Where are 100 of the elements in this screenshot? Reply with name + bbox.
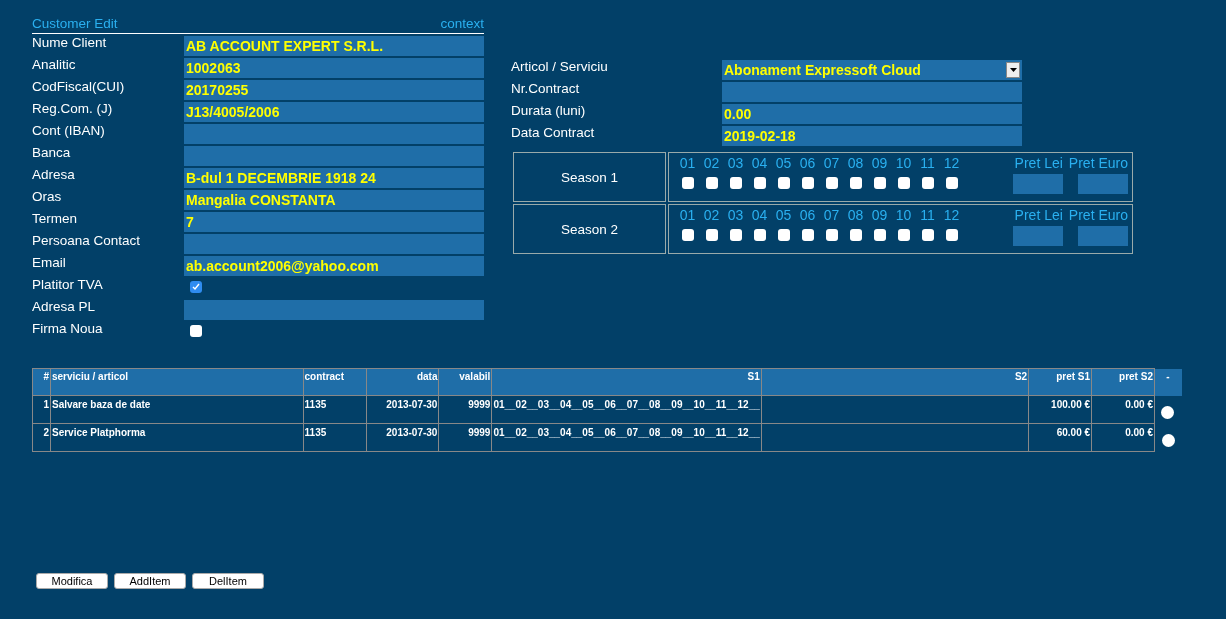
month-checkbox[interactable]	[873, 229, 886, 241]
field-label: Articol / Serviciu	[511, 59, 609, 74]
month-label: 10	[895, 155, 912, 171]
month-checkbox[interactable]	[921, 229, 934, 241]
field-label: Reg.Com. (J)	[32, 101, 114, 116]
month-checkbox[interactable]	[897, 229, 910, 241]
month-label: 07	[823, 155, 840, 171]
month-label: 10	[895, 207, 912, 223]
input-field[interactable]: 20170255	[184, 80, 484, 100]
price-label: Pret Lei	[1014, 207, 1063, 223]
season-label: Season 2	[513, 204, 666, 254]
table-cell: 1135	[303, 395, 366, 424]
month-checkbox[interactable]	[849, 177, 862, 189]
field-label: Data Contract	[511, 125, 596, 140]
price-label: Pret Euro	[1068, 155, 1128, 171]
input-field[interactable]: 2019-02-18	[722, 126, 1022, 146]
input-field[interactable]: 7	[184, 212, 484, 232]
price-input-field[interactable]	[1078, 226, 1128, 246]
month-checkbox[interactable]	[753, 177, 766, 189]
table-cell: 0.00 €	[1091, 423, 1155, 452]
month-checkbox[interactable]	[729, 177, 742, 189]
column-header: -	[1154, 368, 1182, 396]
price-input-field[interactable]	[1012, 174, 1063, 194]
input-field[interactable]: 1002063	[184, 58, 484, 78]
column-header: data	[366, 368, 439, 396]
input-field[interactable]	[184, 300, 484, 320]
input-field[interactable]: B-dul 1 DECEMBRIE 1918 24	[184, 168, 484, 188]
column-header: S1	[491, 368, 762, 396]
field-label: Nume Client	[32, 35, 108, 50]
action-button[interactable]: AddItem	[114, 573, 186, 589]
month-checkbox[interactable]	[825, 229, 838, 241]
month-label: 09	[871, 155, 888, 171]
table-cell: 01__02__03__04__05__06__07__08__09__10__11__12__	[491, 423, 762, 452]
month-label: 04	[751, 207, 768, 223]
column-header: #	[32, 368, 51, 396]
price-label: Pret Euro	[1068, 207, 1128, 223]
month-checkbox[interactable]	[681, 229, 694, 241]
month-checkbox[interactable]	[945, 229, 958, 241]
field-label: Adresa	[32, 167, 76, 182]
table-cell: 0.00 €	[1091, 395, 1155, 424]
row-radio[interactable]	[1161, 405, 1175, 419]
month-label: 11	[920, 207, 935, 223]
field-label: Banca	[32, 145, 72, 160]
field-label: CodFiscal(CUI)	[32, 79, 126, 94]
month-checkbox[interactable]	[945, 177, 958, 189]
dropdown-field[interactable]: Abonament Expressoft Cloud	[722, 60, 1022, 80]
context-link[interactable]: context	[440, 16, 484, 31]
month-checkbox[interactable]	[849, 229, 862, 241]
input-field[interactable]: AB ACCOUNT EXPERT S.R.L.	[184, 36, 484, 56]
field-label: Platitor TVA	[32, 277, 104, 292]
month-label: 08	[847, 155, 864, 171]
month-checkbox[interactable]	[729, 229, 742, 241]
input-field[interactable]: J13/4005/2006	[184, 102, 484, 122]
input-field[interactable]	[184, 124, 484, 144]
month-label: 02	[703, 155, 720, 171]
month-checkbox[interactable]	[777, 177, 790, 189]
month-checkbox[interactable]	[921, 177, 934, 189]
input-field[interactable]	[184, 146, 484, 166]
month-label: 01	[679, 155, 696, 171]
input-field[interactable]: ab.account2006@yahoo.com	[184, 256, 484, 276]
month-checkbox[interactable]	[801, 177, 814, 189]
checkbox[interactable]	[190, 325, 202, 337]
month-checkbox[interactable]	[897, 177, 910, 189]
input-field[interactable]: Mangalia CONSTANTA	[184, 190, 484, 210]
input-field[interactable]	[722, 82, 1022, 102]
action-button[interactable]: Modifica	[36, 573, 108, 589]
month-checkbox[interactable]	[681, 177, 694, 189]
input-field[interactable]	[184, 234, 484, 254]
column-header: valabil	[438, 368, 492, 396]
field-label: Termen	[32, 211, 78, 226]
table-cell: 1135	[303, 423, 366, 452]
month-checkbox[interactable]	[777, 229, 790, 241]
month-label: 02	[703, 207, 720, 223]
field-label: Email	[32, 255, 67, 270]
month-checkbox[interactable]	[705, 177, 718, 189]
caret-icon	[1006, 62, 1020, 78]
month-label: 11	[920, 155, 935, 171]
input-field[interactable]: 0.00	[722, 104, 1022, 124]
month-checkbox[interactable]	[825, 177, 838, 189]
table-cell: 2	[32, 423, 51, 452]
price-input-field[interactable]	[1012, 226, 1063, 246]
month-checkbox[interactable]	[705, 229, 718, 241]
table-cell: 9999	[438, 423, 492, 452]
month-label: 03	[727, 155, 744, 171]
field-label: Firma Noua	[32, 321, 104, 336]
column-header: pret S1	[1028, 368, 1092, 396]
month-checkbox[interactable]	[801, 229, 814, 241]
checkbox[interactable]	[190, 281, 202, 293]
row-radio[interactable]	[1161, 433, 1175, 447]
field-label: Durata (luni)	[511, 103, 587, 118]
month-label: 01	[679, 207, 696, 223]
month-label: 07	[823, 207, 840, 223]
action-button[interactable]: DelItem	[192, 573, 264, 589]
column-header: contract	[303, 368, 366, 396]
table-cell: 9999	[438, 395, 492, 424]
month-checkbox[interactable]	[753, 229, 766, 241]
column-header: serviciu / articol	[50, 368, 304, 396]
table-cell: 60.00 €	[1028, 423, 1092, 452]
price-input-field[interactable]	[1078, 174, 1128, 194]
month-checkbox[interactable]	[873, 177, 886, 189]
